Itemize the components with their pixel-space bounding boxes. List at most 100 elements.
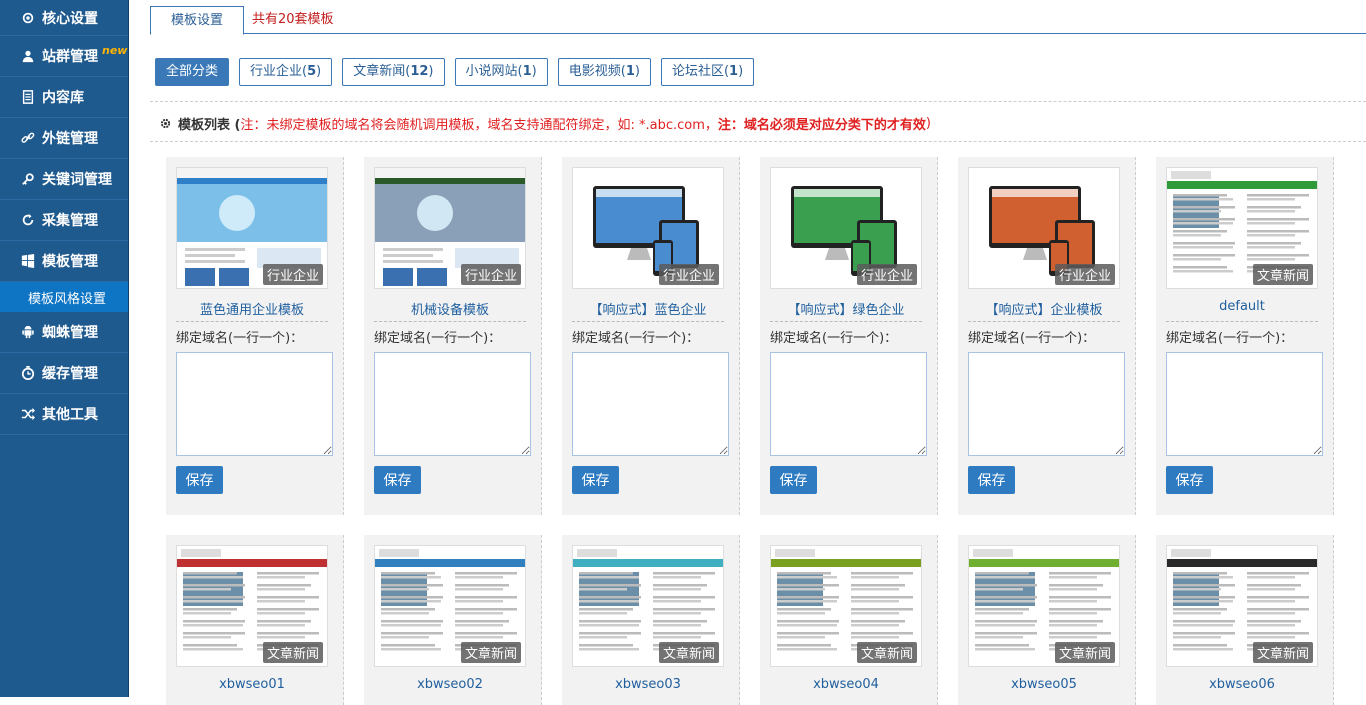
category-label: 行业企业 — [250, 64, 303, 79]
sidebar-item-label: 核心设置 — [42, 10, 98, 27]
binding-note-emphasis: 注：域名必须是对应分类下的才有效 — [717, 118, 926, 133]
save-button[interactable]: 保存 — [572, 466, 619, 494]
template-category-badge: 行业企业 — [460, 264, 521, 285]
template-thumbnail[interactable]: 行业企业 — [968, 167, 1120, 289]
bind-domain-textarea[interactable] — [968, 352, 1125, 456]
sidebar-item-templates[interactable]: 模板管理 — [0, 241, 128, 282]
template-card: 行业企业 【响应式】绿色企业 绑定域名(一行一个)： 保存 — [760, 157, 938, 515]
bind-domain-textarea[interactable] — [374, 352, 531, 456]
bind-domain-label: 绑定域名(一行一个)： — [572, 331, 700, 346]
template-name[interactable]: xbwseo06 — [1166, 677, 1318, 692]
category-forum[interactable]: 论坛社区(1) — [660, 58, 755, 86]
bind-domain-textarea[interactable] — [1166, 352, 1323, 456]
user-icon — [20, 49, 35, 64]
sidebar-subitem-template-style[interactable]: 模板风格设置 — [0, 282, 128, 312]
save-button[interactable]: 保存 — [1166, 466, 1213, 494]
template-name[interactable]: 机械设备模板 — [374, 299, 526, 318]
sidebar-item-core-settings[interactable]: 核心设置 — [0, 0, 128, 36]
template-thumbnail[interactable]: 行业企业 — [176, 167, 328, 289]
template-name[interactable]: xbwseo04 — [770, 677, 922, 692]
template-name[interactable]: default — [1166, 299, 1318, 314]
divider — [150, 141, 1366, 142]
template-name[interactable]: xbwseo03 — [572, 677, 724, 692]
category-video[interactable]: 电影视频(1) — [557, 58, 651, 86]
template-name[interactable]: 【响应式】企业模板 — [968, 299, 1120, 318]
sidebar-item-label: 模板管理 — [42, 254, 98, 270]
template-category-badge: 文章新闻 — [856, 642, 917, 663]
template-thumbnail[interactable]: 行业企业 — [572, 167, 724, 289]
save-button[interactable]: 保存 — [770, 466, 817, 494]
bind-domain-label: 绑定域名(一行一个)： — [770, 331, 898, 346]
category-filter: 全部分类 行业企业(5) 文章新闻(12) 小说网站(1) 电影视频(1) 论坛… — [155, 58, 755, 86]
template-name[interactable]: xbwseo01 — [176, 677, 328, 692]
template-category-badge: 行业企业 — [262, 264, 323, 285]
save-button[interactable]: 保存 — [968, 466, 1015, 494]
bind-domain-label: 绑定域名(一行一个)： — [374, 331, 502, 346]
tab-template-settings[interactable]: 模板设置 — [150, 6, 245, 35]
template-name[interactable]: xbwseo02 — [374, 677, 526, 692]
template-category-badge: 文章新闻 — [1252, 642, 1313, 663]
bind-domain-textarea[interactable] — [770, 352, 927, 456]
category-count: 1 — [729, 64, 739, 79]
template-category-badge: 文章新闻 — [1252, 264, 1313, 285]
bind-domain-label: 绑定域名(一行一个)： — [1166, 331, 1294, 346]
template-name[interactable]: 【响应式】绿色企业 — [770, 299, 922, 318]
sidebar-item-cache[interactable]: 缓存管理 — [0, 353, 128, 394]
template-name[interactable]: 蓝色通用企业模板 — [176, 299, 328, 318]
template-thumbnail[interactable]: 文章新闻 — [968, 545, 1120, 667]
sidebar-item-collection[interactable]: 采集管理 — [0, 200, 128, 241]
template-thumbnail[interactable]: 文章新闻 — [176, 545, 328, 667]
sidebar-item-external-links[interactable]: 外链管理 — [0, 118, 128, 159]
template-card: 文章新闻 xbwseo01 — [166, 535, 344, 705]
binding-note-close: ) — [925, 116, 931, 131]
template-thumbnail[interactable]: 文章新闻 — [1166, 545, 1318, 667]
template-list-header: 模板列表 ( 注：未绑定模板的域名将会随机调用模板，域名支持通配符绑定，如: *… — [159, 114, 931, 133]
divider — [770, 321, 922, 322]
category-count: 1 — [625, 64, 635, 79]
template-thumbnail[interactable]: 行业企业 — [374, 167, 526, 289]
template-thumbnail[interactable]: 文章新闻 — [770, 545, 922, 667]
save-button[interactable]: 保存 — [374, 466, 421, 494]
sidebar-item-keywords[interactable]: 关键词管理 — [0, 159, 128, 200]
binding-note: 注：未绑定模板的域名将会随机调用模板，域名支持通配符绑定，如: *.abc.co… — [240, 118, 718, 133]
template-name[interactable]: 【响应式】蓝色企业 — [572, 299, 724, 318]
divider — [572, 321, 724, 322]
bind-domain-textarea[interactable] — [176, 352, 333, 456]
sidebar: 核心设置 站群管理 new 内容库 外链管理 关键词管理 采集管理 模板管理 模… — [0, 0, 129, 697]
template-name[interactable]: xbwseo05 — [968, 677, 1120, 692]
category-industry[interactable]: 行业企业(5) — [239, 58, 333, 86]
sidebar-item-label: 采集管理 — [42, 213, 98, 229]
template-thumbnail[interactable]: 行业企业 — [770, 167, 922, 289]
save-button[interactable]: 保存 — [176, 466, 223, 494]
sidebar-item-label: 其他工具 — [42, 407, 98, 423]
sidebar-item-other-tools[interactable]: 其他工具 — [0, 394, 128, 435]
sidebar-item-content-library[interactable]: 内容库 — [0, 77, 128, 118]
template-category-badge: 行业企业 — [856, 264, 917, 285]
sidebar-item-label: 缓存管理 — [42, 366, 98, 382]
template-thumbnail[interactable]: 文章新闻 — [572, 545, 724, 667]
document-icon — [20, 90, 35, 105]
sidebar-item-label: 外链管理 — [42, 131, 98, 147]
sidebar-subitem-label: 模板风格设置 — [28, 291, 107, 307]
category-label: 全部分类 — [166, 64, 219, 79]
sidebar-item-spider[interactable]: 蜘蛛管理 — [0, 312, 128, 353]
category-news[interactable]: 文章新闻(12) — [342, 58, 445, 86]
template-thumbnail[interactable]: 文章新闻 — [374, 545, 526, 667]
template-card: 行业企业 机械设备模板 绑定域名(一行一个)： 保存 — [364, 157, 542, 515]
sidebar-item-label: 站群管理 — [42, 49, 98, 65]
template-card: 行业企业 【响应式】企业模板 绑定域名(一行一个)： 保存 — [958, 157, 1136, 515]
key-icon — [20, 172, 35, 187]
template-category-badge: 文章新闻 — [1054, 642, 1115, 663]
sidebar-item-site-group[interactable]: 站群管理 new — [0, 36, 128, 77]
category-all[interactable]: 全部分类 — [155, 58, 230, 86]
divider — [150, 101, 1366, 102]
category-novel[interactable]: 小说网站(1) — [454, 58, 548, 86]
divider — [1166, 321, 1318, 322]
bind-domain-textarea[interactable] — [572, 352, 729, 456]
template-thumbnail[interactable]: 文章新闻 — [1166, 167, 1318, 289]
template-category-badge: 文章新闻 — [460, 642, 521, 663]
sidebar-item-label: 蜘蛛管理 — [42, 325, 98, 341]
windows-icon — [20, 254, 35, 269]
template-card: 文章新闻 default 绑定域名(一行一个)： 保存 — [1156, 157, 1334, 515]
template-card: 文章新闻 xbwseo05 — [958, 535, 1136, 705]
